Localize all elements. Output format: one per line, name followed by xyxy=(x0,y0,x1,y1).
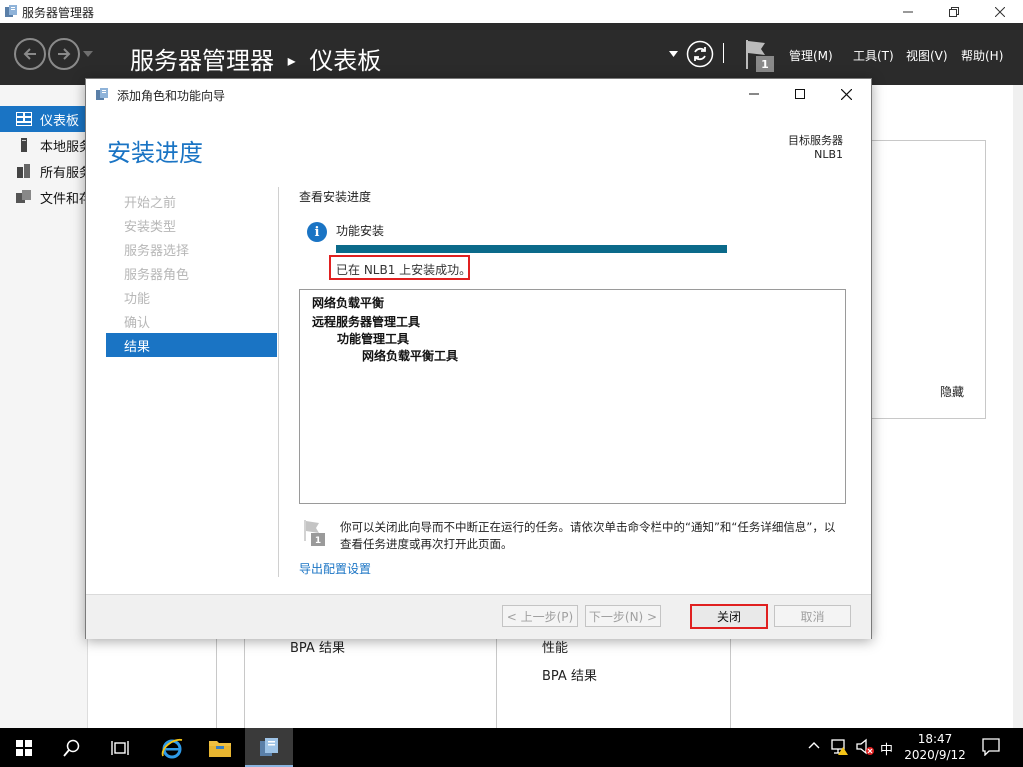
background-divider xyxy=(496,637,497,728)
task-view-icon[interactable] xyxy=(96,728,144,767)
step-confirmation: 确认 xyxy=(124,316,151,331)
close-button[interactable]: 关闭 xyxy=(690,604,768,629)
result-nlb-tools: 网络负载平衡工具 xyxy=(362,349,459,363)
breadcrumb-separator-icon: ▸ xyxy=(287,51,296,70)
ime-indicator[interactable]: 中 xyxy=(880,739,893,758)
notification-flag-badge: 1 xyxy=(314,535,322,546)
scrollbar[interactable] xyxy=(1013,85,1023,728)
servers-icon xyxy=(17,164,30,178)
window-title: 服务器管理器 xyxy=(22,6,95,20)
step-server-selection: 服务器选择 xyxy=(124,244,190,259)
forward-button[interactable] xyxy=(48,38,80,70)
export-config-link[interactable]: 导出配置设置 xyxy=(299,560,371,577)
server-manager-app-icon xyxy=(4,4,18,18)
step-installation-type: 安装类型 xyxy=(124,220,177,235)
start-windows-icon[interactable] xyxy=(0,728,48,767)
next-button[interactable]: 下一步(N) > xyxy=(585,605,661,627)
background-divider xyxy=(730,637,731,728)
performance-link[interactable]: 性能 xyxy=(542,637,568,656)
step-results[interactable]: 结果 xyxy=(106,333,277,357)
background-divider xyxy=(244,637,245,728)
refresh-icon[interactable] xyxy=(686,40,714,68)
notification-count-badge: 1 xyxy=(756,56,774,72)
window-close-button[interactable] xyxy=(977,0,1023,23)
background-panel xyxy=(860,140,986,419)
breadcrumb-page: 仪表板 xyxy=(309,47,382,75)
background-divider xyxy=(216,637,217,728)
breadcrumb: 服务器管理器 ▸ 仪表板 xyxy=(130,41,381,76)
success-status-text: 已在 NLB1 上安装成功。 xyxy=(336,263,472,277)
sidebar-item-label: 所有服务器 xyxy=(40,165,87,181)
sidebar-item-label: 本地服务器 xyxy=(40,139,87,155)
action-center-icon[interactable] xyxy=(982,738,1000,756)
sidebar-item-file-storage[interactable]: 文件和存储服务 xyxy=(0,184,87,210)
prev-button[interactable]: < 上一步(P) xyxy=(502,605,578,627)
clock-date: 2020/9/12 xyxy=(904,748,966,762)
internet-explorer-icon[interactable] xyxy=(148,728,196,767)
target-server-label: 目标服务器 xyxy=(788,134,843,147)
info-icon: i xyxy=(307,222,327,242)
info-note-line: 你可以关闭此向导而不中断正在运行的任务。请依次单击命令栏中的“通知”和“任务详细… xyxy=(340,520,836,534)
result-feature-admin-tools: 功能管理工具 xyxy=(337,332,410,346)
hide-link[interactable]: 隐藏 xyxy=(940,383,964,400)
sidebar-item-local-server[interactable]: 本地服务器 xyxy=(0,132,87,158)
target-server: 目标服务器 NLB1 xyxy=(788,134,843,162)
target-server-value: NLB1 xyxy=(814,148,843,161)
restore-button[interactable] xyxy=(931,0,977,23)
wizard-app-icon xyxy=(95,87,109,101)
window-titlebar: 服务器管理器 xyxy=(0,0,1023,23)
step-features: 功能 xyxy=(124,292,151,307)
file-storage-icon xyxy=(16,190,31,203)
sidebar-item-label: 文件和存储服务 xyxy=(40,191,87,207)
view-progress-label: 查看安装进度 xyxy=(299,190,372,204)
show-hidden-icons-chevron-icon[interactable] xyxy=(808,741,820,749)
dialog-close-icon[interactable] xyxy=(823,79,869,109)
sidebar-item-all-servers[interactable]: 所有服务器 xyxy=(0,158,87,184)
bpa-results-link[interactable]: BPA 结果 xyxy=(542,665,597,684)
search-icon[interactable] xyxy=(48,728,96,767)
history-dropdown-icon[interactable] xyxy=(83,51,93,57)
install-progress-bar xyxy=(336,245,727,253)
info-note: 你可以关闭此向导而不中断正在运行的任务。请依次单击命令栏中的“通知”和“任务详细… xyxy=(340,519,835,553)
network-icon[interactable] xyxy=(830,738,850,756)
menu-help[interactable]: 帮助(H) xyxy=(961,47,1003,64)
feature-install-label: 功能安装 xyxy=(336,224,385,238)
dialog-minimize-button[interactable] xyxy=(731,79,777,109)
minimize-button[interactable] xyxy=(885,0,931,23)
header-divider xyxy=(723,43,724,63)
menu-tools[interactable]: 工具(T) xyxy=(853,47,894,64)
server-icon xyxy=(21,138,27,152)
file-explorer-icon[interactable] xyxy=(196,728,244,767)
dashboard-icon xyxy=(16,112,32,126)
breadcrumb-root: 服务器管理器 xyxy=(130,47,274,75)
section-divider xyxy=(278,187,279,577)
wizard-dialog: 添加角色和功能向导 安装进度 目标服务器 NLB1 开始之前 安装类型 服务器选… xyxy=(85,78,872,639)
page-heading: 安装进度 xyxy=(107,139,203,167)
menu-manage[interactable]: 管理(M) xyxy=(789,47,833,64)
server-manager-taskbar-icon[interactable] xyxy=(245,728,293,767)
taskbar: 中 18:47 2020/9/12 xyxy=(0,728,1023,767)
sidebar-item-label: 仪表板 xyxy=(40,113,80,129)
step-before-you-begin: 开始之前 xyxy=(124,196,177,211)
header-dropdown-icon[interactable] xyxy=(669,51,678,57)
info-note-line: 查看任务进度或再次打开此页面。 xyxy=(340,537,513,551)
header-bar: 服务器管理器 ▸ 仪表板 1 管理(M) 工具(T) 视图(V) 帮助(H) xyxy=(0,23,1023,85)
clock-time: 18:47 xyxy=(917,732,953,746)
cancel-button[interactable]: 取消 xyxy=(774,605,851,627)
clock[interactable]: 18:47 2020/9/12 xyxy=(902,731,968,763)
sidebar-item-dashboard[interactable]: 仪表板 xyxy=(0,106,87,132)
result-rsat: 远程服务器管理工具 xyxy=(312,315,421,329)
bpa-results-link[interactable]: BPA 结果 xyxy=(290,637,345,656)
step-server-roles: 服务器角色 xyxy=(124,268,190,283)
result-nlb: 网络负载平衡 xyxy=(312,296,385,310)
dialog-maximize-button[interactable] xyxy=(777,79,823,109)
back-button[interactable] xyxy=(14,38,46,70)
dialog-title: 添加角色和功能向导 xyxy=(117,89,226,103)
volume-muted-icon[interactable] xyxy=(855,738,875,756)
menu-view[interactable]: 视图(V) xyxy=(906,47,948,64)
